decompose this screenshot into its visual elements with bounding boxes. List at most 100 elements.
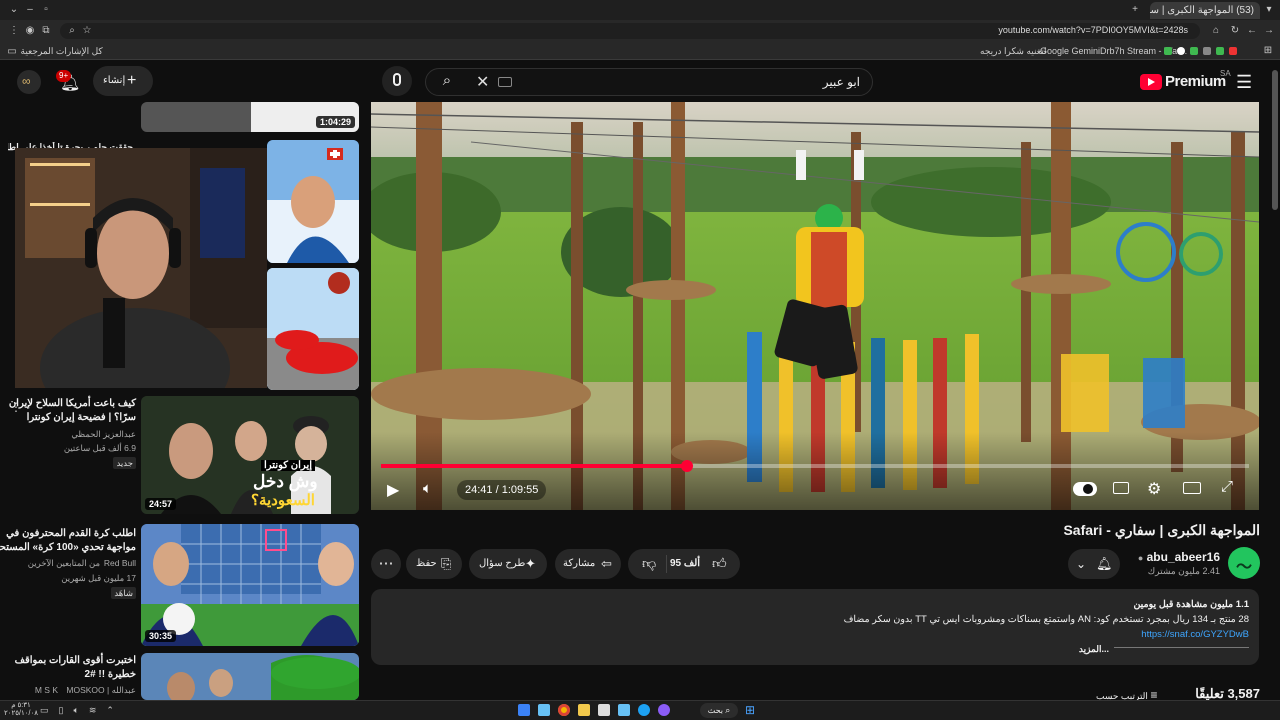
chevron-down-icon: ⌄ (1076, 557, 1087, 571)
url-field[interactable]: youtube.com/watch?v=7PDI0OY5MVI&t=2428s … (60, 23, 1200, 39)
description-box[interactable]: 1.1 مليون مشاهدة قبل يومين 28 منتج بـ 13… (371, 589, 1259, 665)
thumbnail-headline: وش دخل (253, 472, 318, 491)
video-player[interactable]: ▶ 🔈︎ 24:41 / 1:09:55 ⚙ ⤢ (371, 102, 1259, 510)
volume-icon[interactable]: 🔈︎ (423, 480, 432, 497)
thumbs-down-icon[interactable]: 👎︎ (642, 555, 656, 572)
create-button[interactable]: + إنشاء (93, 66, 153, 96)
related-channel[interactable]: عبدالعزيز الحمظي (71, 428, 136, 440)
teams-icon[interactable] (518, 704, 530, 716)
browser-tab-active[interactable]: (53) المواجهة الكبرى | سفاري - ... (1150, 2, 1260, 19)
keyboard-icon[interactable] (498, 77, 512, 87)
taskbar-apps (518, 704, 688, 718)
star-icon[interactable]: ☆ (81, 25, 93, 37)
battery-icon[interactable]: ▯ (59, 705, 64, 717)
divider (666, 555, 667, 573)
related-thumbnail[interactable] (141, 653, 359, 700)
search-icon[interactable]: ⌕ (432, 66, 462, 96)
youtube-icon[interactable] (1229, 47, 1237, 55)
app-icon[interactable] (658, 704, 670, 716)
description-link[interactable]: https://snaf.co/GYZYDwB (1141, 629, 1249, 640)
volume-icon[interactable]: 🔈︎ (73, 705, 78, 717)
thumbnail-headline: السعودية؟ (251, 492, 315, 509)
edge-icon[interactable] (638, 704, 650, 716)
save-button[interactable]: حفظ ⎘ (406, 549, 462, 579)
bookmark-item-gemini[interactable]: Google Gemini (1040, 42, 1100, 60)
clock-time: ٥:٣١ م (11, 702, 31, 709)
progress-bar[interactable] (381, 460, 1249, 472)
theater-mode-icon[interactable] (1183, 482, 1201, 494)
notifications-button[interactable]: 🔔︎ 9+ (56, 70, 80, 94)
youtube-premium-logo[interactable]: Premium SA (1140, 69, 1235, 93)
related-channel[interactable]: عبدالله | MOSKOO (66, 684, 136, 696)
all-bookmarks[interactable]: ▭ كل الإشارات المرجعية (6, 42, 102, 60)
bookmark-item[interactable]: لتغنيه شكرا دريجه (980, 42, 1047, 60)
subtitles-icon[interactable] (1113, 482, 1129, 494)
reload-icon[interactable]: ↻ (1229, 25, 1241, 37)
steam-icon[interactable] (538, 704, 550, 716)
chevron-down-icon[interactable]: ⌄ (8, 4, 20, 16)
clear-search-icon[interactable]: ✕ (476, 72, 489, 92)
fullscreen-icon[interactable]: ⤢ (1221, 478, 1233, 495)
related-title[interactable]: مواجهة تحدي «100 كرة» المستحيل (0, 541, 136, 554)
voice-search-mic-icon[interactable] (382, 66, 412, 96)
related-title[interactable]: اطلب كرة القدم المحترفون في (6, 527, 136, 540)
windows-start-icon[interactable]: ⊞ (745, 703, 755, 717)
related-meta: 17 مليون قبل شهرين (61, 573, 136, 583)
kick-icon[interactable] (1216, 47, 1224, 55)
wifi-icon[interactable]: ≋ (89, 705, 97, 717)
related-title[interactable]: سرًا؟ | فضيحة إيران كونترا (27, 411, 136, 424)
chrome-icon[interactable] (558, 704, 570, 716)
minimize-icon[interactable]: – (24, 4, 36, 16)
window-menu-icon[interactable]: ▾ (1263, 4, 1275, 16)
tray-chevron-icon[interactable]: ⌃ (106, 705, 114, 717)
ask-button[interactable]: طرح سؤال ✦ (469, 549, 547, 579)
subscribed-button[interactable]: ⌄ 🔔︎ (1068, 549, 1120, 579)
extension-icon[interactable] (1177, 47, 1185, 55)
notification-icon[interactable]: ▭ (40, 705, 49, 717)
settings-gear-icon[interactable]: ⚙ (1147, 479, 1161, 499)
channel-avatar[interactable]: 〜 (1228, 547, 1260, 579)
share-button[interactable]: مشاركة ⇦ (555, 549, 621, 579)
taskbar-search[interactable]: بحث ⌕ (700, 703, 738, 718)
kick-icon[interactable] (1190, 47, 1198, 55)
hamburger-menu-icon[interactable]: ☰ (1236, 72, 1252, 93)
related-title[interactable]: خطيرة !! #2 (85, 668, 137, 681)
more-options-icon[interactable]: ⋮ (10, 400, 22, 414)
back-icon[interactable]: → (1263, 25, 1275, 37)
related-thumbnail[interactable]: إيران كونترا وش دخل السعودية؟ 24:57 (141, 396, 359, 514)
page-scrollbar[interactable] (1272, 70, 1278, 210)
related-thumbnail[interactable] (267, 268, 359, 390)
zoom-icon[interactable]: ⌕ (66, 25, 78, 37)
new-badge: جديد (113, 457, 136, 469)
related-thumbnail[interactable]: 1:04:29 (141, 102, 359, 132)
apps-icon[interactable]: ⊞ (1262, 45, 1274, 57)
forward-icon[interactable]: ← (1246, 25, 1258, 37)
search-input[interactable]: ابو عبير ✕ (425, 68, 873, 96)
kick-icon[interactable] (1164, 47, 1172, 55)
like-button[interactable]: 95 ألف 👍︎ (668, 549, 740, 579)
related-thumbnail[interactable] (267, 140, 359, 263)
kebab-menu-icon[interactable]: ⋮ (8, 25, 20, 37)
channel-name-row[interactable]: abu_abeer16 ● (1120, 550, 1220, 564)
clock[interactable]: ٥:٣١ م ٢٠٢٥/١٠/٠٨ (4, 702, 38, 718)
video-title: المواجهة الكبرى | سفاري - Safari (1063, 522, 1260, 538)
related-title[interactable]: اختبرت أقوى القارات بمواقف (15, 654, 136, 667)
autoplay-toggle[interactable] (1073, 482, 1097, 496)
store-icon[interactable] (598, 704, 610, 716)
new-tab-icon[interactable]: + (1129, 4, 1141, 16)
play-icon[interactable]: ▶ (387, 480, 399, 500)
avatar[interactable]: ∞ (17, 70, 41, 94)
maximize-icon[interactable]: ▫ (40, 4, 52, 16)
related-title[interactable]: كيف باعت أمريكا السلاح لإيران (9, 397, 136, 410)
show-more-button[interactable]: ...المزيد (1079, 644, 1109, 655)
related-thumbnail[interactable]: 30:35 (141, 524, 359, 646)
steam-icon[interactable] (618, 704, 630, 716)
extensions-icon[interactable]: ⧉ (40, 25, 52, 37)
time-display: 24:41 / 1:09:55 (457, 480, 547, 500)
file-explorer-icon[interactable] (578, 704, 590, 716)
profile-icon[interactable]: ◉ (24, 25, 36, 37)
home-icon[interactable]: ⌂ (1210, 25, 1222, 37)
x-icon[interactable] (1203, 47, 1211, 55)
related-channel[interactable]: Red Bull (104, 557, 136, 569)
more-actions-icon[interactable]: ⋯ (371, 549, 401, 579)
